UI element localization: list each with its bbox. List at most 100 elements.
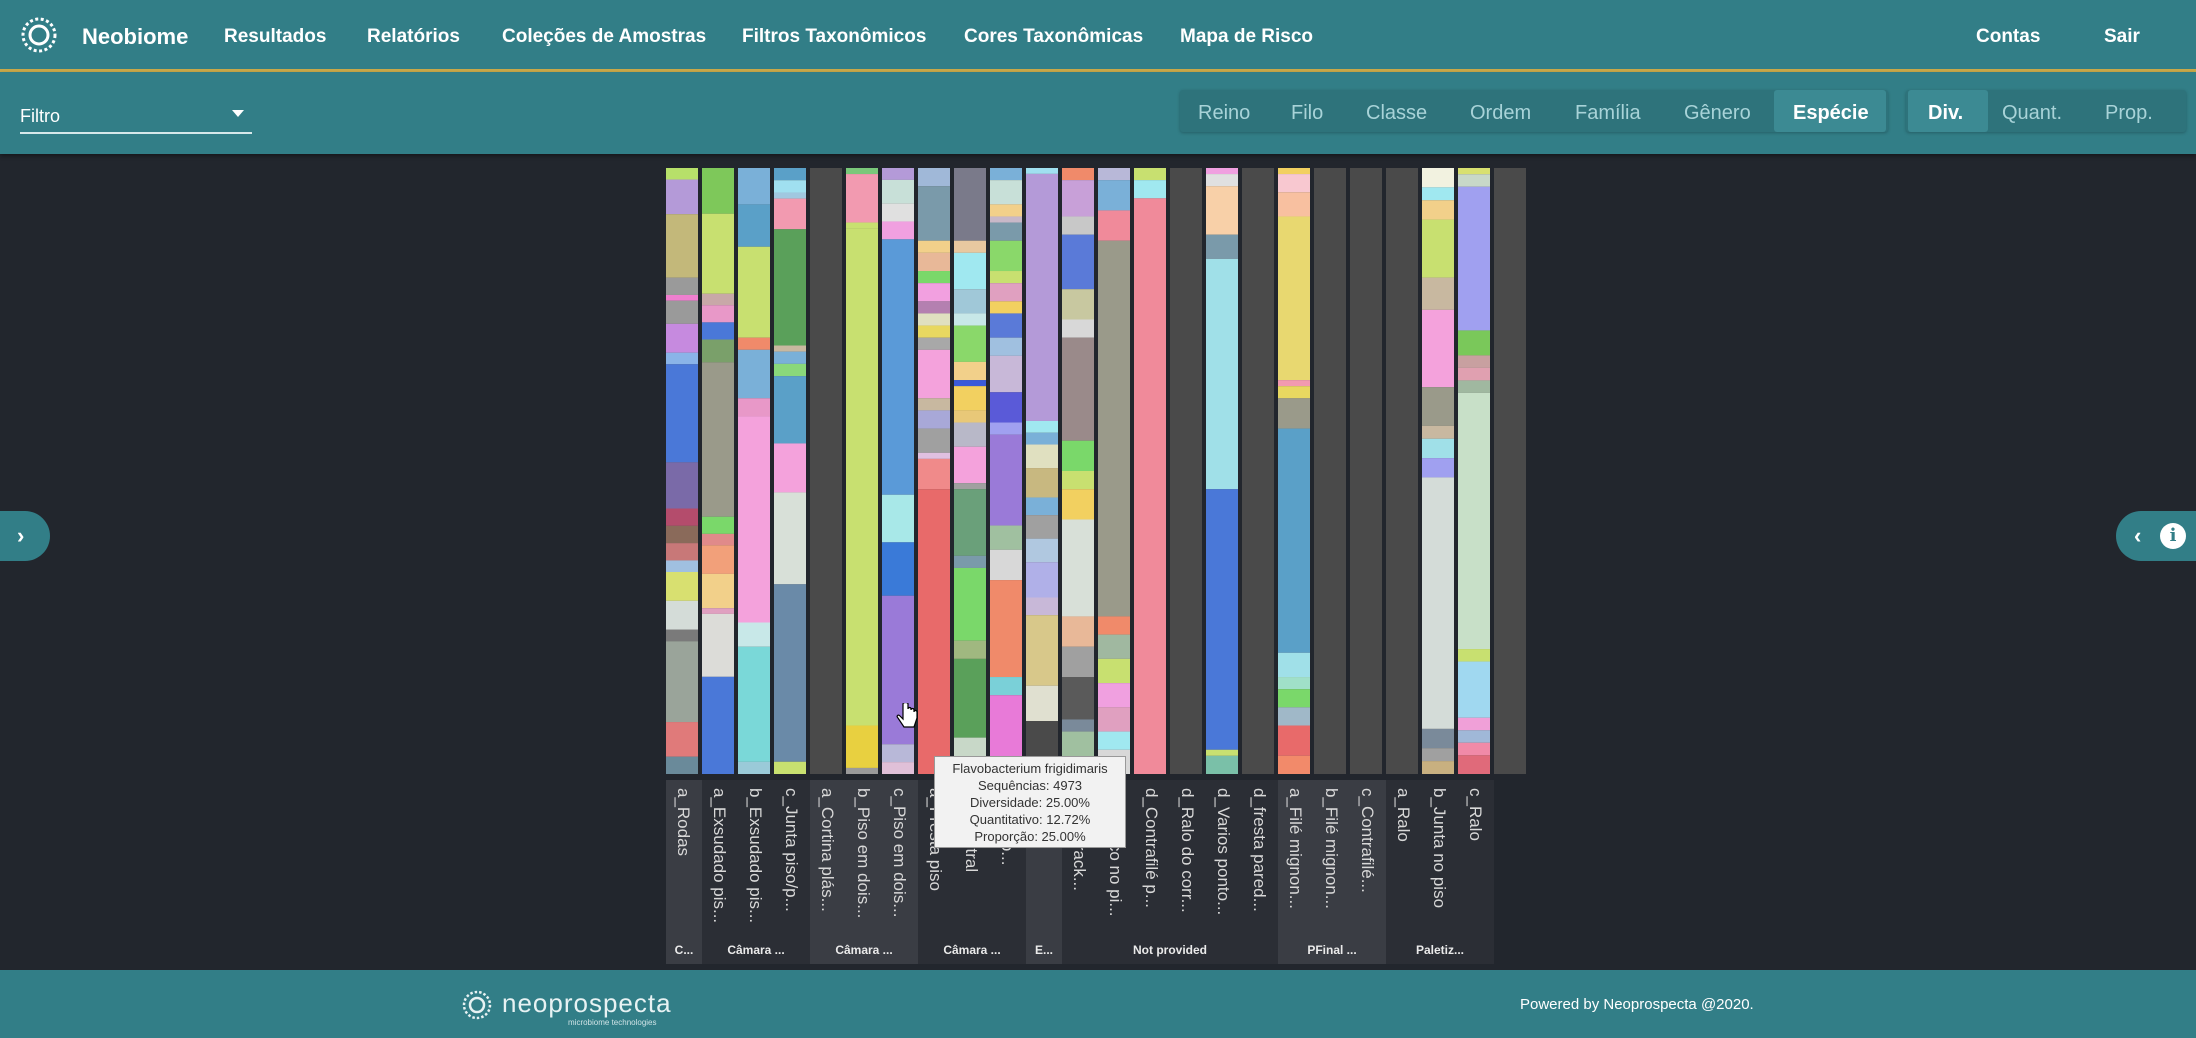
bar-segment[interactable] (882, 221, 914, 240)
bar-segment[interactable] (1242, 168, 1274, 774)
bar-segment[interactable] (774, 168, 806, 181)
bar-segment[interactable] (1170, 168, 1202, 774)
bar-segment[interactable] (1062, 440, 1094, 471)
bar-segment[interactable] (1098, 658, 1130, 684)
bar-segment[interactable] (954, 446, 986, 484)
nav-contas[interactable]: Contas (1976, 26, 2040, 48)
bar-segment[interactable] (954, 361, 986, 381)
bar-segment[interactable] (1098, 210, 1130, 241)
bar-segment[interactable] (774, 192, 806, 199)
bar-segment[interactable] (1422, 277, 1454, 310)
bar-segment[interactable] (666, 543, 698, 561)
bar-segment[interactable] (1422, 425, 1454, 439)
bar-segment[interactable] (990, 216, 1022, 223)
bar-segment[interactable] (990, 355, 1022, 393)
bar-segment[interactable] (954, 325, 986, 362)
bar-segment[interactable] (846, 168, 878, 175)
bar-segment[interactable] (1422, 458, 1454, 478)
bar-segment[interactable] (666, 572, 698, 601)
bar-segment[interactable] (1026, 497, 1058, 516)
info-panel-toggle[interactable]: ‹ i (2116, 511, 2196, 561)
bar-segment[interactable] (1386, 168, 1418, 774)
bar-segment[interactable] (1422, 728, 1454, 749)
bar-segment[interactable] (738, 337, 770, 350)
bar-segment[interactable] (666, 294, 698, 301)
bar-segment[interactable] (666, 352, 698, 365)
bar-segment[interactable] (1458, 717, 1490, 731)
bar-segment[interactable] (1278, 652, 1310, 678)
bar-segment[interactable] (954, 380, 986, 387)
bar-segment[interactable] (1026, 444, 1058, 469)
bar-segment[interactable] (918, 410, 950, 429)
metric-prop[interactable]: Prop. (2105, 102, 2153, 125)
bar-segment[interactable] (1278, 174, 1310, 193)
bar-segment[interactable] (1134, 168, 1166, 181)
bar-segment[interactable] (774, 761, 806, 774)
bar-segment[interactable] (666, 641, 698, 723)
bar-segment[interactable] (666, 179, 698, 215)
bar-segment[interactable] (918, 240, 950, 253)
bar-segment[interactable] (1278, 677, 1310, 690)
metric-quant[interactable]: Quant. (2002, 102, 2062, 125)
bar-segment[interactable] (918, 325, 950, 338)
bar-segment[interactable] (990, 549, 1022, 581)
bar-segment[interactable] (1098, 616, 1130, 635)
nav-mapa-de-risco[interactable]: Mapa de Risco (1180, 26, 1313, 48)
bar-segment[interactable] (990, 313, 1022, 338)
bar-segment[interactable] (1026, 685, 1058, 722)
bar-segment[interactable] (1278, 755, 1310, 774)
bar-segment[interactable] (666, 300, 698, 324)
bar-segment[interactable] (666, 722, 698, 757)
bar-segment[interactable] (702, 305, 734, 323)
bar-segment[interactable] (918, 271, 950, 284)
bar-segment[interactable] (702, 533, 734, 546)
bar-segment[interactable] (738, 168, 770, 205)
bar-segment[interactable] (954, 240, 986, 253)
bar-segment[interactable] (1026, 168, 1058, 174)
bar-segment[interactable] (954, 483, 986, 490)
bar-segment[interactable] (954, 555, 986, 568)
nav-filtros-taxonomicos[interactable]: Filtros Taxonômicos (742, 26, 926, 48)
bar-segment[interactable] (882, 179, 914, 204)
bar-segment[interactable] (1026, 173, 1058, 421)
bar-segment[interactable] (702, 168, 734, 214)
bar-segment[interactable] (666, 629, 698, 642)
bar-segment[interactable] (990, 434, 1022, 526)
bar-segment[interactable] (702, 213, 734, 294)
bar-segment[interactable] (1062, 289, 1094, 320)
bar-segment[interactable] (918, 337, 950, 350)
bar-segment[interactable] (1098, 240, 1130, 617)
bar-segment[interactable] (990, 422, 1022, 435)
bar-segment[interactable] (1206, 234, 1238, 259)
bar-segment[interactable] (1458, 174, 1490, 187)
bar-segment[interactable] (990, 525, 1022, 550)
bar-segment[interactable] (1458, 355, 1490, 368)
bar-segment[interactable] (1206, 174, 1238, 187)
bar-segment[interactable] (666, 364, 698, 463)
bar-segment[interactable] (774, 351, 806, 364)
bar-segment[interactable] (1026, 432, 1058, 445)
bar-segment[interactable] (846, 228, 878, 726)
bar-segment[interactable] (990, 677, 1022, 696)
bar-segment[interactable] (666, 214, 698, 278)
bar-segment[interactable] (954, 640, 986, 659)
bar-segment[interactable] (954, 252, 986, 290)
bar-segment[interactable] (1350, 168, 1382, 774)
bar-segment[interactable] (1098, 707, 1130, 732)
bar-segment[interactable] (1062, 489, 1094, 520)
chevron-down-icon[interactable] (232, 110, 244, 117)
bar-segment[interactable] (702, 608, 734, 614)
bar-segment[interactable] (882, 168, 914, 180)
bar-segment[interactable] (666, 168, 698, 180)
bar-segment[interactable] (1422, 387, 1454, 426)
level-genero[interactable]: Gênero (1684, 102, 1751, 125)
bar-segment[interactable] (954, 567, 986, 641)
level-classe[interactable]: Classe (1366, 102, 1427, 125)
bar-segment[interactable] (990, 283, 1022, 302)
bar-segment[interactable] (1422, 200, 1454, 220)
bar-segment[interactable] (810, 168, 842, 774)
bar-segment[interactable] (1458, 742, 1490, 756)
bar-segment[interactable] (1458, 330, 1490, 356)
neobiome-logo-icon[interactable] (18, 14, 60, 56)
metric-div[interactable]: Div. (1928, 102, 1963, 125)
